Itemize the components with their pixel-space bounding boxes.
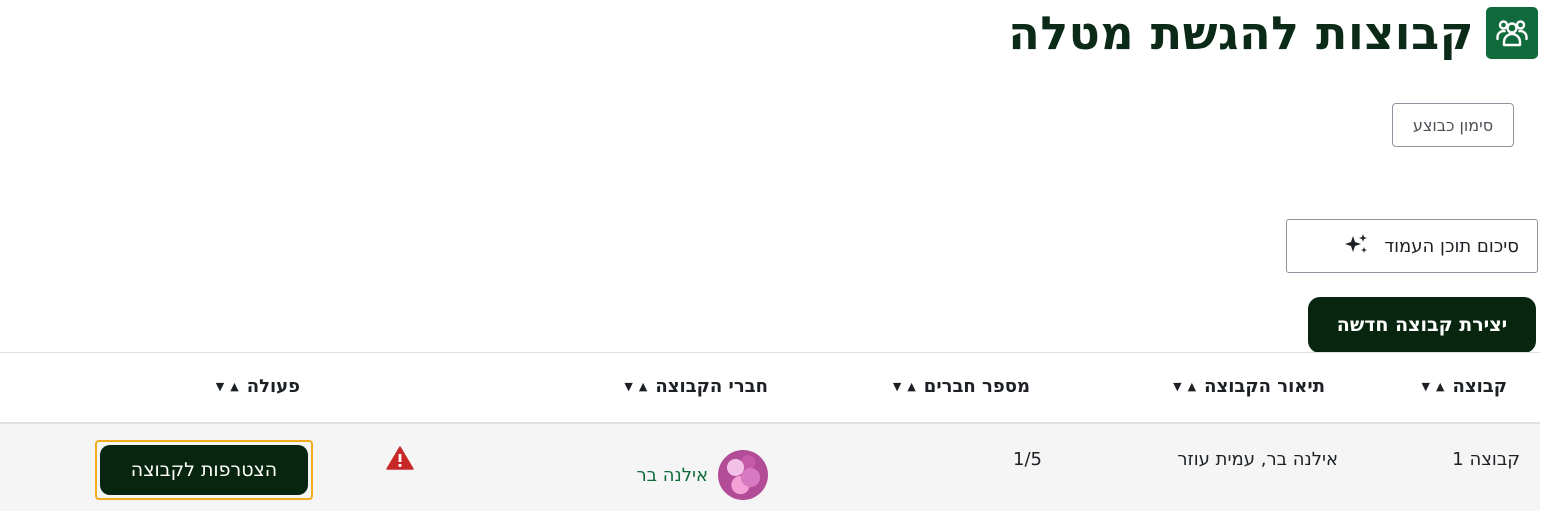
sort-icon[interactable]: ▲ ▼ <box>1173 380 1196 393</box>
groups-table: קבוצה ▲ ▼ תיאור הקבוצה ▲ ▼ מספר חברים ▲ ▼ ח… <box>0 352 1540 511</box>
page: קבוצות להגשת מטלה סימון כבוצע סיכום תוכן… <box>0 0 1553 511</box>
column-label: חברי הקבוצה <box>655 376 768 397</box>
column-label: תיאור הקבוצה <box>1204 376 1325 397</box>
page-title: קבוצות להגשת מטלה <box>1008 6 1474 60</box>
column-header-group[interactable]: קבוצה ▲ ▼ <box>1422 376 1507 397</box>
table-header: קבוצה ▲ ▼ תיאור הקבוצה ▲ ▼ מספר חברים ▲ ▼ ח… <box>0 353 1540 424</box>
table-row: קבוצה 1 אילנה בר, עמית עוזר 1/5 אילנה בר… <box>0 424 1540 511</box>
users-group-icon <box>1486 7 1538 59</box>
member-name-link[interactable]: אילנה בר <box>636 465 708 486</box>
join-group-button[interactable]: הצטרפות לקבוצה <box>100 445 308 495</box>
sort-icon[interactable]: ▲ ▼ <box>216 380 239 393</box>
column-label: פעולה <box>246 376 300 397</box>
summarize-page-button[interactable]: סיכום תוכן העמוד <box>1286 219 1538 273</box>
column-header-description[interactable]: תיאור הקבוצה ▲ ▼ <box>1173 376 1325 397</box>
group-member[interactable]: אילנה בר <box>636 450 768 500</box>
column-label: קבוצה <box>1452 376 1507 397</box>
sparkles-icon <box>1342 232 1370 261</box>
mark-done-button[interactable]: סימון כבוצע <box>1392 103 1514 147</box>
warning-triangle-icon <box>386 446 414 474</box>
sort-icon[interactable]: ▲ ▼ <box>1422 380 1445 393</box>
column-header-action[interactable]: פעולה ▲ ▼ <box>216 376 300 397</box>
column-header-members[interactable]: חברי הקבוצה ▲ ▼ <box>624 376 768 397</box>
sort-icon[interactable]: ▲ ▼ <box>624 380 647 393</box>
group-description: אילנה בר, עמית עוזר <box>1177 449 1338 470</box>
member-count: 1/5 <box>1013 449 1042 470</box>
join-button-focus-ring: הצטרפות לקבוצה <box>95 440 313 500</box>
page-header: קבוצות להגשת מטלה <box>1008 4 1538 62</box>
avatar[interactable] <box>718 450 768 500</box>
create-group-button[interactable]: יצירת קבוצה חדשה <box>1308 297 1536 353</box>
summarize-label: סיכום תוכן העמוד <box>1384 235 1519 257</box>
group-name: קבוצה 1 <box>1452 449 1520 470</box>
column-label: מספר חברים <box>923 376 1030 397</box>
sort-icon[interactable]: ▲ ▼ <box>893 380 916 393</box>
column-header-member-count[interactable]: מספר חברים ▲ ▼ <box>893 376 1030 397</box>
